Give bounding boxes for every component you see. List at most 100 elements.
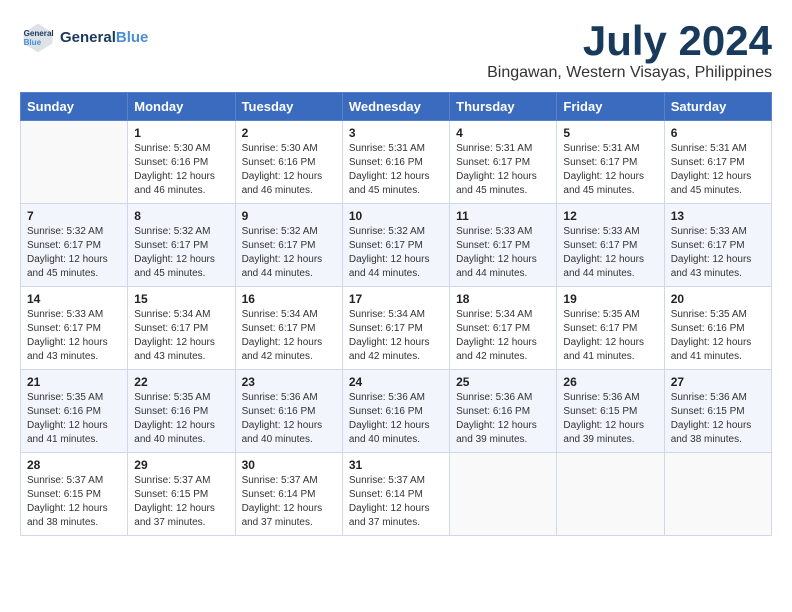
calendar-cell: 17 Sunrise: 5:34 AMSunset: 6:17 PMDayligh…: [342, 287, 449, 370]
location-subtitle: Bingawan, Western Visayas, Philippines: [487, 64, 772, 82]
day-info: Sunrise: 5:32 AMSunset: 6:17 PMDaylight:…: [242, 225, 336, 281]
calendar-cell: [557, 453, 664, 536]
weekday-header-row: SundayMondayTuesdayWednesdayThursdayFrid…: [21, 93, 772, 121]
day-info: Sunrise: 5:30 AMSunset: 6:16 PMDaylight:…: [242, 142, 336, 198]
day-number: 1: [134, 126, 228, 140]
weekday-header-friday: Friday: [557, 93, 664, 121]
logo-text: GeneralBlue: [60, 29, 148, 47]
day-info: Sunrise: 5:32 AMSunset: 6:17 PMDaylight:…: [27, 225, 121, 281]
day-number: 4: [456, 126, 550, 140]
day-number: 9: [242, 209, 336, 223]
day-number: 20: [671, 292, 765, 306]
calendar-cell: 11 Sunrise: 5:33 AMSunset: 6:17 PMDayligh…: [450, 204, 557, 287]
week-row-3: 14 Sunrise: 5:33 AMSunset: 6:17 PMDayligh…: [21, 287, 772, 370]
day-number: 18: [456, 292, 550, 306]
day-info: Sunrise: 5:31 AMSunset: 6:17 PMDaylight:…: [671, 142, 765, 198]
page-header: General Blue GeneralBlue July 2024 Binga…: [20, 20, 772, 82]
day-info: Sunrise: 5:35 AMSunset: 6:16 PMDaylight:…: [27, 391, 121, 447]
calendar-cell: 22Sunrise: 5:35 AMSunset: 6:16 PMDayligh…: [128, 370, 235, 453]
day-number: 6: [671, 126, 765, 140]
weekday-header-thursday: Thursday: [450, 93, 557, 121]
day-info: Sunrise: 5:36 AMSunset: 6:15 PMDaylight:…: [563, 391, 657, 447]
day-info: Sunrise: 5:35 AMSunset: 6:16 PMDaylight:…: [671, 308, 765, 364]
day-number: 2: [242, 126, 336, 140]
calendar-cell: 28Sunrise: 5:37 AMSunset: 6:15 PMDayligh…: [21, 453, 128, 536]
calendar-cell: 24Sunrise: 5:36 AMSunset: 6:16 PMDayligh…: [342, 370, 449, 453]
day-info: Sunrise: 5:32 AMSunset: 6:17 PMDaylight:…: [134, 225, 228, 281]
calendar-cell: 9 Sunrise: 5:32 AMSunset: 6:17 PMDaylight…: [235, 204, 342, 287]
day-info: Sunrise: 5:37 AMSunset: 6:14 PMDaylight:…: [242, 474, 336, 530]
calendar-cell: 31 Sunrise: 5:37 AMSunset: 6:14 PMDayligh…: [342, 453, 449, 536]
weekday-header-tuesday: Tuesday: [235, 93, 342, 121]
day-number: 23: [242, 375, 336, 389]
calendar-cell: 5 Sunrise: 5:31 AMSunset: 6:17 PMDaylight…: [557, 121, 664, 204]
calendar-cell: 30 Sunrise: 5:37 AMSunset: 6:14 PMDayligh…: [235, 453, 342, 536]
weekday-header-monday: Monday: [128, 93, 235, 121]
day-number: 28: [27, 458, 121, 472]
day-info: Sunrise: 5:34 AMSunset: 6:17 PMDaylight:…: [349, 308, 443, 364]
day-info: Sunrise: 5:37 AMSunset: 6:14 PMDaylight:…: [349, 474, 443, 530]
month-year-title: July 2024: [487, 20, 772, 62]
calendar-cell: 19Sunrise: 5:35 AMSunset: 6:17 PMDayligh…: [557, 287, 664, 370]
week-row-2: 7 Sunrise: 5:32 AMSunset: 6:17 PMDaylight…: [21, 204, 772, 287]
day-number: 17: [349, 292, 443, 306]
week-row-4: 21 Sunrise: 5:35 AMSunset: 6:16 PMDayligh…: [21, 370, 772, 453]
title-area: July 2024 Bingawan, Western Visayas, Phi…: [487, 20, 772, 82]
day-info: Sunrise: 5:36 AMSunset: 6:15 PMDaylight:…: [671, 391, 765, 447]
calendar-cell: 6 Sunrise: 5:31 AMSunset: 6:17 PMDaylight…: [664, 121, 771, 204]
day-number: 21: [27, 375, 121, 389]
svg-text:General: General: [24, 29, 54, 38]
day-number: 12: [563, 209, 657, 223]
svg-text:Blue: Blue: [24, 38, 42, 47]
day-number: 27: [671, 375, 765, 389]
calendar-cell: 1 Sunrise: 5:30 AMSunset: 6:16 PMDaylight…: [128, 121, 235, 204]
day-info: Sunrise: 5:31 AMSunset: 6:17 PMDaylight:…: [563, 142, 657, 198]
day-number: 13: [671, 209, 765, 223]
calendar-cell: 29 Sunrise: 5:37 AMSunset: 6:15 PMDayligh…: [128, 453, 235, 536]
day-number: 29: [134, 458, 228, 472]
calendar-cell: 21 Sunrise: 5:35 AMSunset: 6:16 PMDayligh…: [21, 370, 128, 453]
calendar-cell: 7 Sunrise: 5:32 AMSunset: 6:17 PMDaylight…: [21, 204, 128, 287]
day-info: Sunrise: 5:34 AMSunset: 6:17 PMDaylight:…: [242, 308, 336, 364]
day-info: Sunrise: 5:33 AMSunset: 6:17 PMDaylight:…: [671, 225, 765, 281]
logo: General Blue GeneralBlue: [20, 20, 148, 56]
calendar-cell: 8 Sunrise: 5:32 AMSunset: 6:17 PMDaylight…: [128, 204, 235, 287]
day-number: 14: [27, 292, 121, 306]
day-number: 8: [134, 209, 228, 223]
day-info: Sunrise: 5:34 AMSunset: 6:17 PMDaylight:…: [456, 308, 550, 364]
calendar-cell: 4 Sunrise: 5:31 AMSunset: 6:17 PMDaylight…: [450, 121, 557, 204]
day-info: Sunrise: 5:33 AMSunset: 6:17 PMDaylight:…: [456, 225, 550, 281]
calendar-cell: 14 Sunrise: 5:33 AMSunset: 6:17 PMDayligh…: [21, 287, 128, 370]
week-row-1: 1 Sunrise: 5:30 AMSunset: 6:16 PMDaylight…: [21, 121, 772, 204]
calendar-cell: 26 Sunrise: 5:36 AMSunset: 6:15 PMDayligh…: [557, 370, 664, 453]
week-row-5: 28 Sunrise: 5:37 AMSunset: 6:15 PMDayligh…: [21, 453, 772, 536]
day-number: 26: [563, 375, 657, 389]
logo-icon: General Blue: [20, 20, 56, 56]
calendar-cell: 15Sunrise: 5:34 AMSunset: 6:17 PMDayligh…: [128, 287, 235, 370]
calendar-cell: 20 Sunrise: 5:35 AMSunset: 6:16 PMDayligh…: [664, 287, 771, 370]
day-info: Sunrise: 5:33 AMSunset: 6:17 PMDaylight:…: [563, 225, 657, 281]
calendar-cell: 10Sunrise: 5:32 AMSunset: 6:17 PMDayligh…: [342, 204, 449, 287]
calendar-cell: 27 Sunrise: 5:36 AMSunset: 6:15 PMDayligh…: [664, 370, 771, 453]
calendar-cell: [21, 121, 128, 204]
day-number: 5: [563, 126, 657, 140]
day-number: 30: [242, 458, 336, 472]
calendar-cell: 18 Sunrise: 5:34 AMSunset: 6:17 PMDayligh…: [450, 287, 557, 370]
day-info: Sunrise: 5:37 AMSunset: 6:15 PMDaylight:…: [134, 474, 228, 530]
day-number: 11: [456, 209, 550, 223]
calendar-cell: [450, 453, 557, 536]
weekday-header-saturday: Saturday: [664, 93, 771, 121]
day-number: 24: [349, 375, 443, 389]
day-info: Sunrise: 5:36 AMSunset: 6:16 PMDaylight:…: [242, 391, 336, 447]
calendar-table: SundayMondayTuesdayWednesdayThursdayFrid…: [20, 92, 772, 536]
day-info: Sunrise: 5:31 AMSunset: 6:17 PMDaylight:…: [456, 142, 550, 198]
day-info: Sunrise: 5:35 AMSunset: 6:17 PMDaylight:…: [563, 308, 657, 364]
day-info: Sunrise: 5:33 AMSunset: 6:17 PMDaylight:…: [27, 308, 121, 364]
weekday-header-wednesday: Wednesday: [342, 93, 449, 121]
day-number: 7: [27, 209, 121, 223]
calendar-cell: 13 Sunrise: 5:33 AMSunset: 6:17 PMDayligh…: [664, 204, 771, 287]
day-number: 16: [242, 292, 336, 306]
day-info: Sunrise: 5:32 AMSunset: 6:17 PMDaylight:…: [349, 225, 443, 281]
day-number: 31: [349, 458, 443, 472]
day-info: Sunrise: 5:30 AMSunset: 6:16 PMDaylight:…: [134, 142, 228, 198]
